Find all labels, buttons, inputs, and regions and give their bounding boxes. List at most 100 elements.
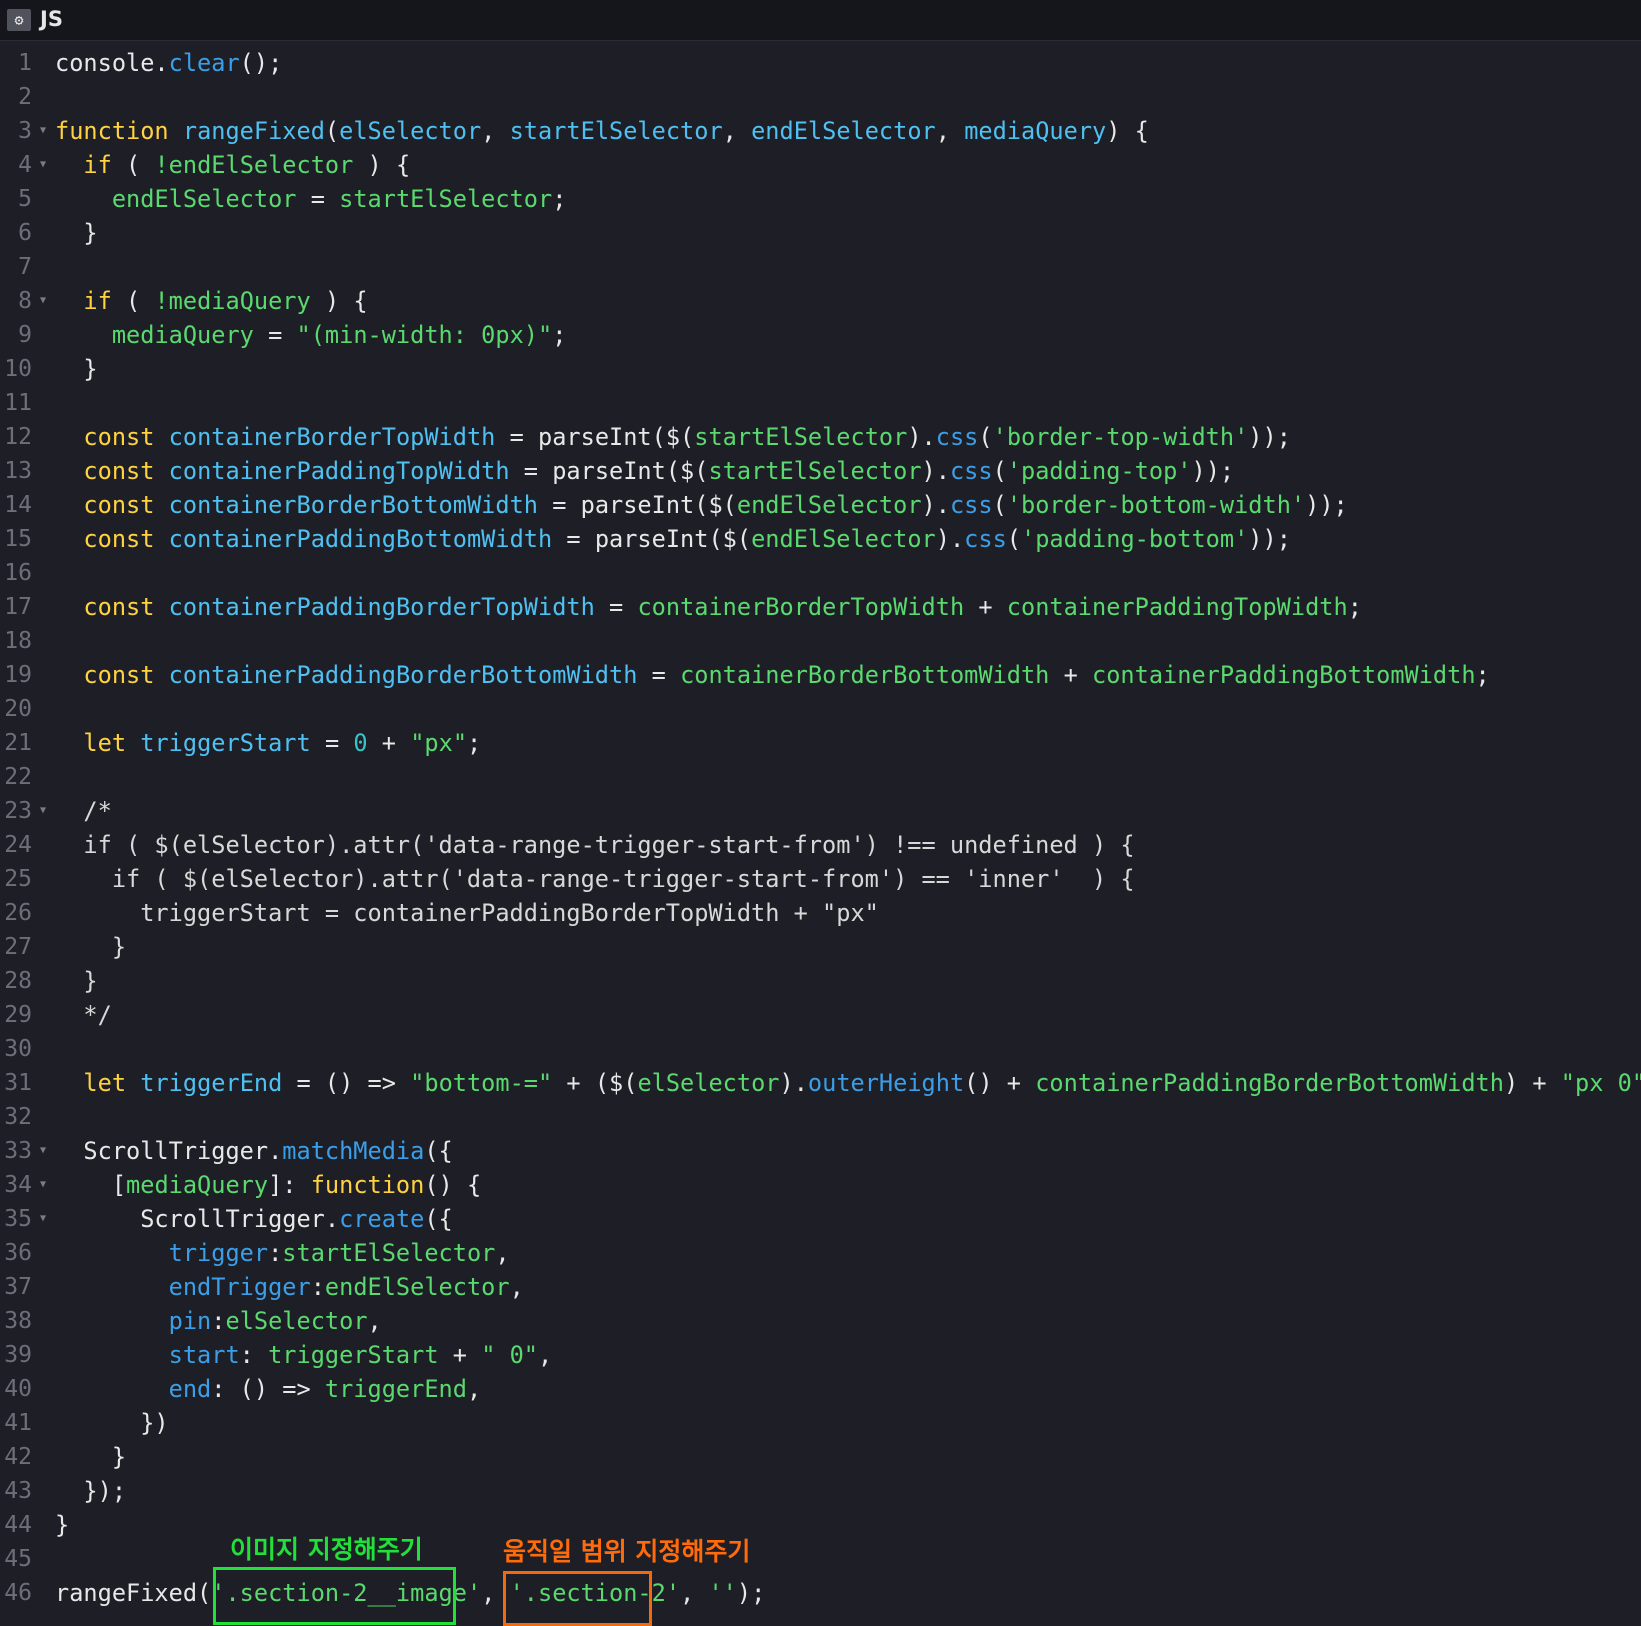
code-line[interactable]: 20 (0, 692, 1641, 726)
code-token: ) + (1503, 1069, 1561, 1097)
line-gutter: 21 (0, 726, 40, 760)
code-line[interactable]: 34 ▼ [mediaQuery]: function() { (0, 1168, 1641, 1202)
code-line[interactable]: 26 triggerStart = containerPaddingBorder… (0, 896, 1641, 930)
fold-arrow-icon[interactable]: ▼ (40, 1180, 46, 1190)
code-token: ({ (424, 1205, 453, 1233)
code-line[interactable]: 12 const containerBorderTopWidth = parse… (0, 420, 1641, 454)
code-line[interactable]: 7 (0, 250, 1641, 284)
code-token: 'border-bottom-width' (1006, 491, 1306, 519)
code-line[interactable]: 17 const containerPaddingBorderTopWidth … (0, 590, 1641, 624)
code-line[interactable]: 33 ▼ ScrollTrigger.matchMedia({ (0, 1134, 1641, 1168)
code-line[interactable]: 2 (0, 80, 1641, 114)
code-line[interactable]: 9 mediaQuery = "(min-width: 0px)"; (0, 318, 1641, 352)
fold-arrow-icon[interactable]: ▼ (40, 1146, 46, 1156)
code-line[interactable]: 23 ▼ /* (0, 794, 1641, 828)
gear-icon[interactable]: ⚙ (7, 9, 31, 31)
code-text: const containerPaddingBorderBottomWidth … (55, 658, 1489, 692)
fold-arrow-icon[interactable]: ▼ (40, 296, 46, 306)
editor-panel-header: ⚙ JS (0, 0, 1641, 41)
line-gutter: 46 (0, 1576, 40, 1610)
code-line[interactable]: 35 ▼ ScrollTrigger.create({ (0, 1202, 1641, 1236)
code-token: , (538, 1341, 553, 1369)
code-line[interactable]: 41 }) (0, 1406, 1641, 1440)
code-line[interactable]: 5 endElSelector = startElSelector; (0, 182, 1641, 216)
line-number: 7 (18, 254, 32, 280)
code-token: endTrigger (168, 1273, 311, 1301)
code-token: const (83, 423, 155, 451)
code-token: : (268, 1239, 283, 1267)
code-token: clear (168, 49, 240, 77)
code-line[interactable]: 30 (0, 1032, 1641, 1066)
code-line[interactable]: 32 (0, 1100, 1641, 1134)
code-line[interactable]: 37 endTrigger:endElSelector, (0, 1270, 1641, 1304)
code-line[interactable]: 29 */ (0, 998, 1641, 1032)
code-token: ). (907, 423, 936, 451)
code-token: mediaQuery (126, 1171, 269, 1199)
code-line[interactable]: 36 trigger:startElSelector, (0, 1236, 1641, 1270)
line-number: 3 (18, 118, 32, 144)
line-gutter: 9 (0, 318, 40, 352)
code-token: } (55, 1443, 127, 1471)
line-number: 36 (4, 1240, 32, 1266)
line-gutter: 1 (0, 46, 40, 80)
code-token: ; (552, 321, 567, 349)
code-line[interactable]: 14 const containerBorderBottomWidth = pa… (0, 488, 1641, 522)
code-token: = parseInt($( (495, 423, 695, 451)
line-gutter: 15 (0, 522, 40, 556)
code-token: css (964, 525, 1007, 553)
code-token: startElSelector (282, 1239, 496, 1267)
code-line[interactable]: 40 end: () => triggerEnd, (0, 1372, 1641, 1406)
fold-arrow-icon[interactable]: ▼ (40, 160, 46, 170)
code-line[interactable]: 16 (0, 556, 1641, 590)
code-token: )); (1248, 423, 1291, 451)
fold-arrow-icon[interactable]: ▼ (40, 126, 46, 136)
code-text: if ( !endElSelector ) { (55, 148, 410, 182)
line-number: 42 (4, 1444, 32, 1470)
code-line[interactable]: 4 ▼ if ( !endElSelector ) { (0, 148, 1641, 182)
code-line[interactable]: 11 (0, 386, 1641, 420)
code-token: + (367, 729, 411, 757)
code-text: const containerPaddingBorderTopWidth = c… (55, 590, 1362, 624)
code-line[interactable]: 25 if ( $(elSelector).attr('data-range-t… (0, 862, 1641, 896)
code-line[interactable]: 21 let triggerStart = 0 + "px"; (0, 726, 1641, 760)
code-line[interactable]: 24 if ( $(elSelector).attr('data-range-t… (0, 828, 1641, 862)
code-line[interactable]: 28 } (0, 964, 1641, 998)
code-line[interactable]: 15 const containerPaddingBottomWidth = p… (0, 522, 1641, 556)
code-line[interactable]: 31 let triggerEnd = () => "bottom-=" + (… (0, 1066, 1641, 1100)
code-token: endElSelector (736, 491, 922, 519)
code-token: ); (736, 1579, 766, 1607)
code-line[interactable]: 10 } (0, 352, 1641, 386)
code-token: , (680, 1579, 709, 1607)
code-line[interactable]: 1 console.clear(); (0, 46, 1641, 80)
code-line[interactable]: 22 (0, 760, 1641, 794)
code-line[interactable]: 8 ▼ if ( !mediaQuery ) { (0, 284, 1641, 318)
line-number: 41 (4, 1410, 32, 1436)
code-token: = (296, 185, 340, 213)
code-line[interactable]: 13 const containerPaddingTopWidth = pars… (0, 454, 1641, 488)
line-number: 13 (4, 458, 32, 484)
code-line[interactable]: 42 } (0, 1440, 1641, 1474)
line-gutter: 19 (0, 658, 40, 692)
fold-arrow-icon[interactable]: ▼ (40, 1214, 46, 1224)
code-line[interactable]: 6 } (0, 216, 1641, 250)
fold-arrow-icon[interactable]: ▼ (40, 806, 46, 816)
code-line[interactable]: 18 (0, 624, 1641, 658)
code-line[interactable]: 3 ▼ function rangeFixed(elSelector, startE… (0, 114, 1641, 148)
code-line[interactable]: 19 const containerPaddingBorderBottomWid… (0, 658, 1641, 692)
code-line[interactable]: 27 } (0, 930, 1641, 964)
code-line[interactable]: 39 start: triggerStart + " 0", (0, 1338, 1641, 1372)
code-token: + (438, 1341, 482, 1369)
line-gutter: 44 (0, 1508, 40, 1542)
code-token: /* (55, 797, 112, 825)
code-line[interactable]: 43 }); (0, 1474, 1641, 1508)
code-line[interactable]: 38 pin:elSelector, (0, 1304, 1641, 1338)
line-number: 10 (4, 356, 32, 382)
code-token: triggerStart = containerPaddingBorderTop… (55, 899, 879, 927)
image-selector-highlight-box (213, 1567, 456, 1625)
